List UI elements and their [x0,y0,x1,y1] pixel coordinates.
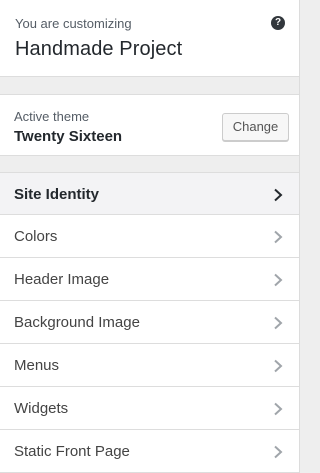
section-colors[interactable]: Colors [0,215,299,258]
section-label: Header Image [14,271,110,288]
chevron-right-icon [272,273,284,287]
chevron-right-icon [272,188,284,202]
active-theme-caption: Active theme [14,109,90,124]
customizer-info: You are customizing Handmade Project ? [0,0,299,77]
help-icon[interactable]: ? [271,16,285,30]
section-background-image[interactable]: Background Image [0,301,299,344]
site-title: Handmade Project [15,38,183,60]
chevron-right-icon [272,230,284,244]
active-theme-name: Twenty Sixteen [14,128,123,145]
customizer-panel: You are customizing Handmade Project ? A… [0,0,300,473]
section-label: Site Identity [14,186,100,203]
section-label: Menus [14,357,60,374]
section-site-identity[interactable]: Site Identity [0,172,299,215]
section-label: Background Image [14,314,140,331]
section-label: Static Front Page [14,443,130,460]
active-theme-section: Active theme Twenty Sixteen Change [0,94,299,156]
customizing-caption: You are customizing [15,16,132,31]
section-static-front-page[interactable]: Static Front Page [0,430,299,473]
section-list: Site Identity Colors Header Image Backgr… [0,172,299,473]
chevron-right-icon [272,359,284,373]
section-label: Widgets [14,400,69,417]
chevron-right-icon [272,316,284,330]
section-label: Colors [14,228,58,245]
section-widgets[interactable]: Widgets [0,387,299,430]
change-theme-button[interactable]: Change [222,113,289,141]
chevron-right-icon [272,402,284,416]
section-menus[interactable]: Menus [0,344,299,387]
section-header-image[interactable]: Header Image [0,258,299,301]
chevron-right-icon [272,445,284,459]
